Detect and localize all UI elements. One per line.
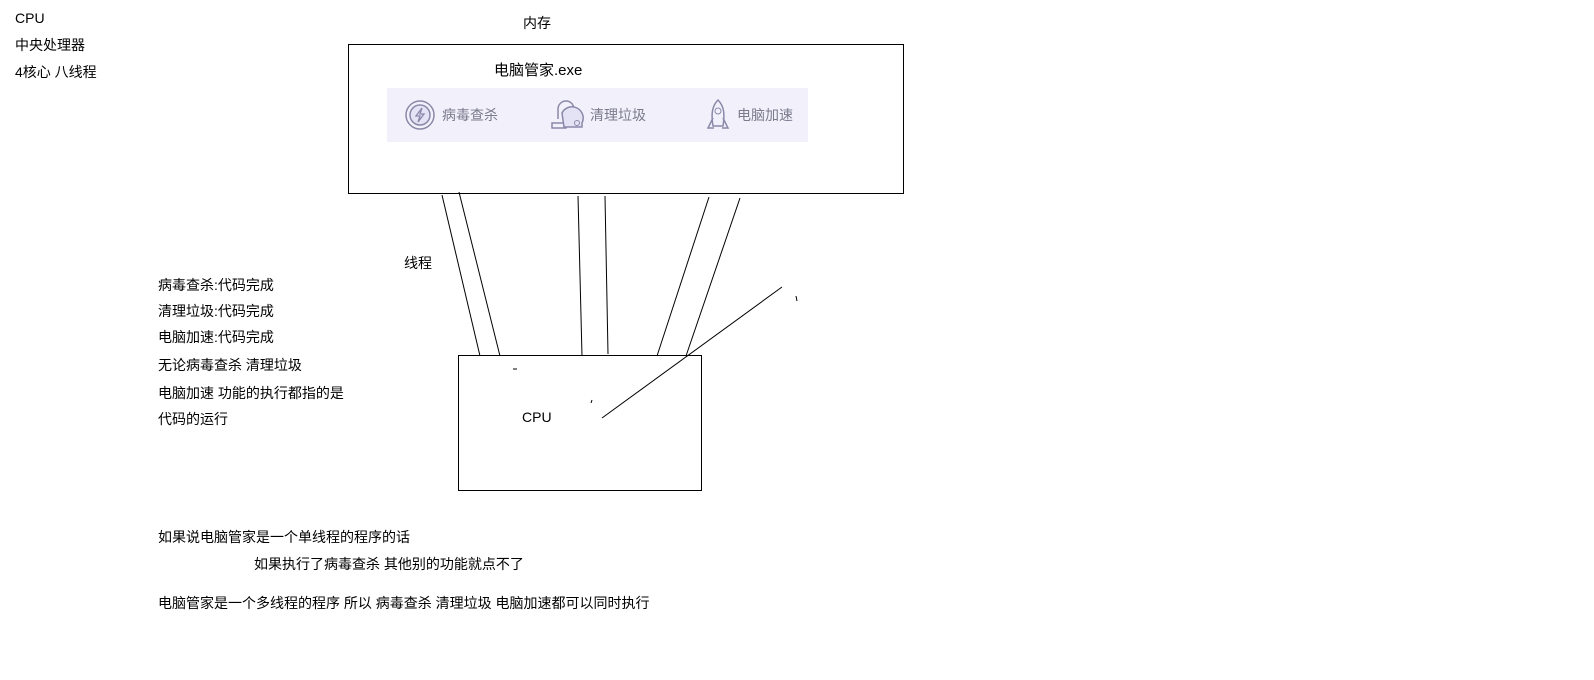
bottom-text-1: 如果说电脑管家是一个单线程的程序的话	[158, 529, 410, 545]
thread-line	[577, 195, 583, 357]
thread-lines	[441, 191, 798, 419]
thread-line	[458, 191, 501, 357]
thread-line	[685, 197, 741, 357]
thread-line	[441, 194, 481, 357]
thread-line	[601, 286, 783, 419]
thread-line	[656, 196, 710, 357]
stray-mark	[795, 295, 798, 302]
bottom-text-2: 如果执行了病毒查杀 其他别的功能就点不了	[254, 556, 524, 572]
thread-line	[604, 195, 609, 355]
stray-mark	[590, 399, 593, 404]
bottom-text-3: 电脑管家是一个多线程的程序 所以 病毒查杀 清理垃圾 电脑加速都可以同时执行	[158, 595, 650, 611]
